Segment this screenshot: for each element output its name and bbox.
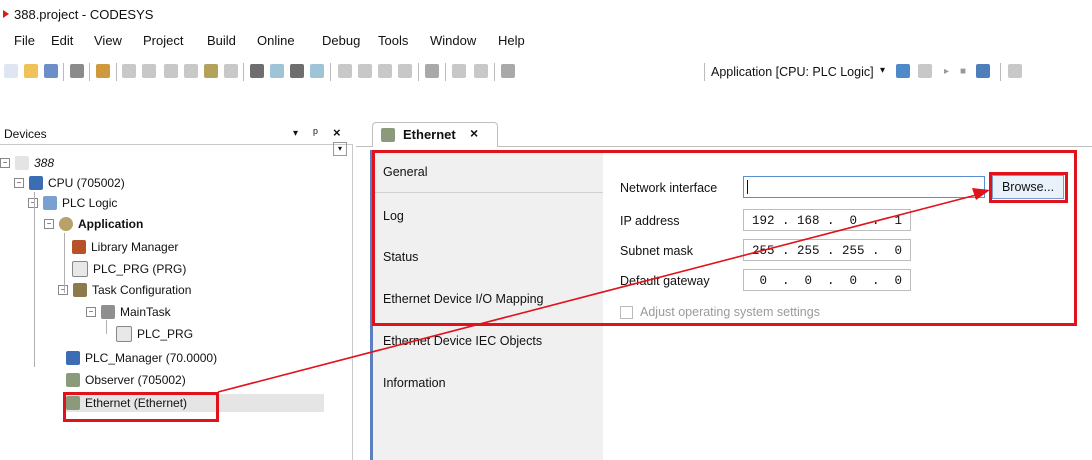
annotation-arrow <box>217 188 990 393</box>
